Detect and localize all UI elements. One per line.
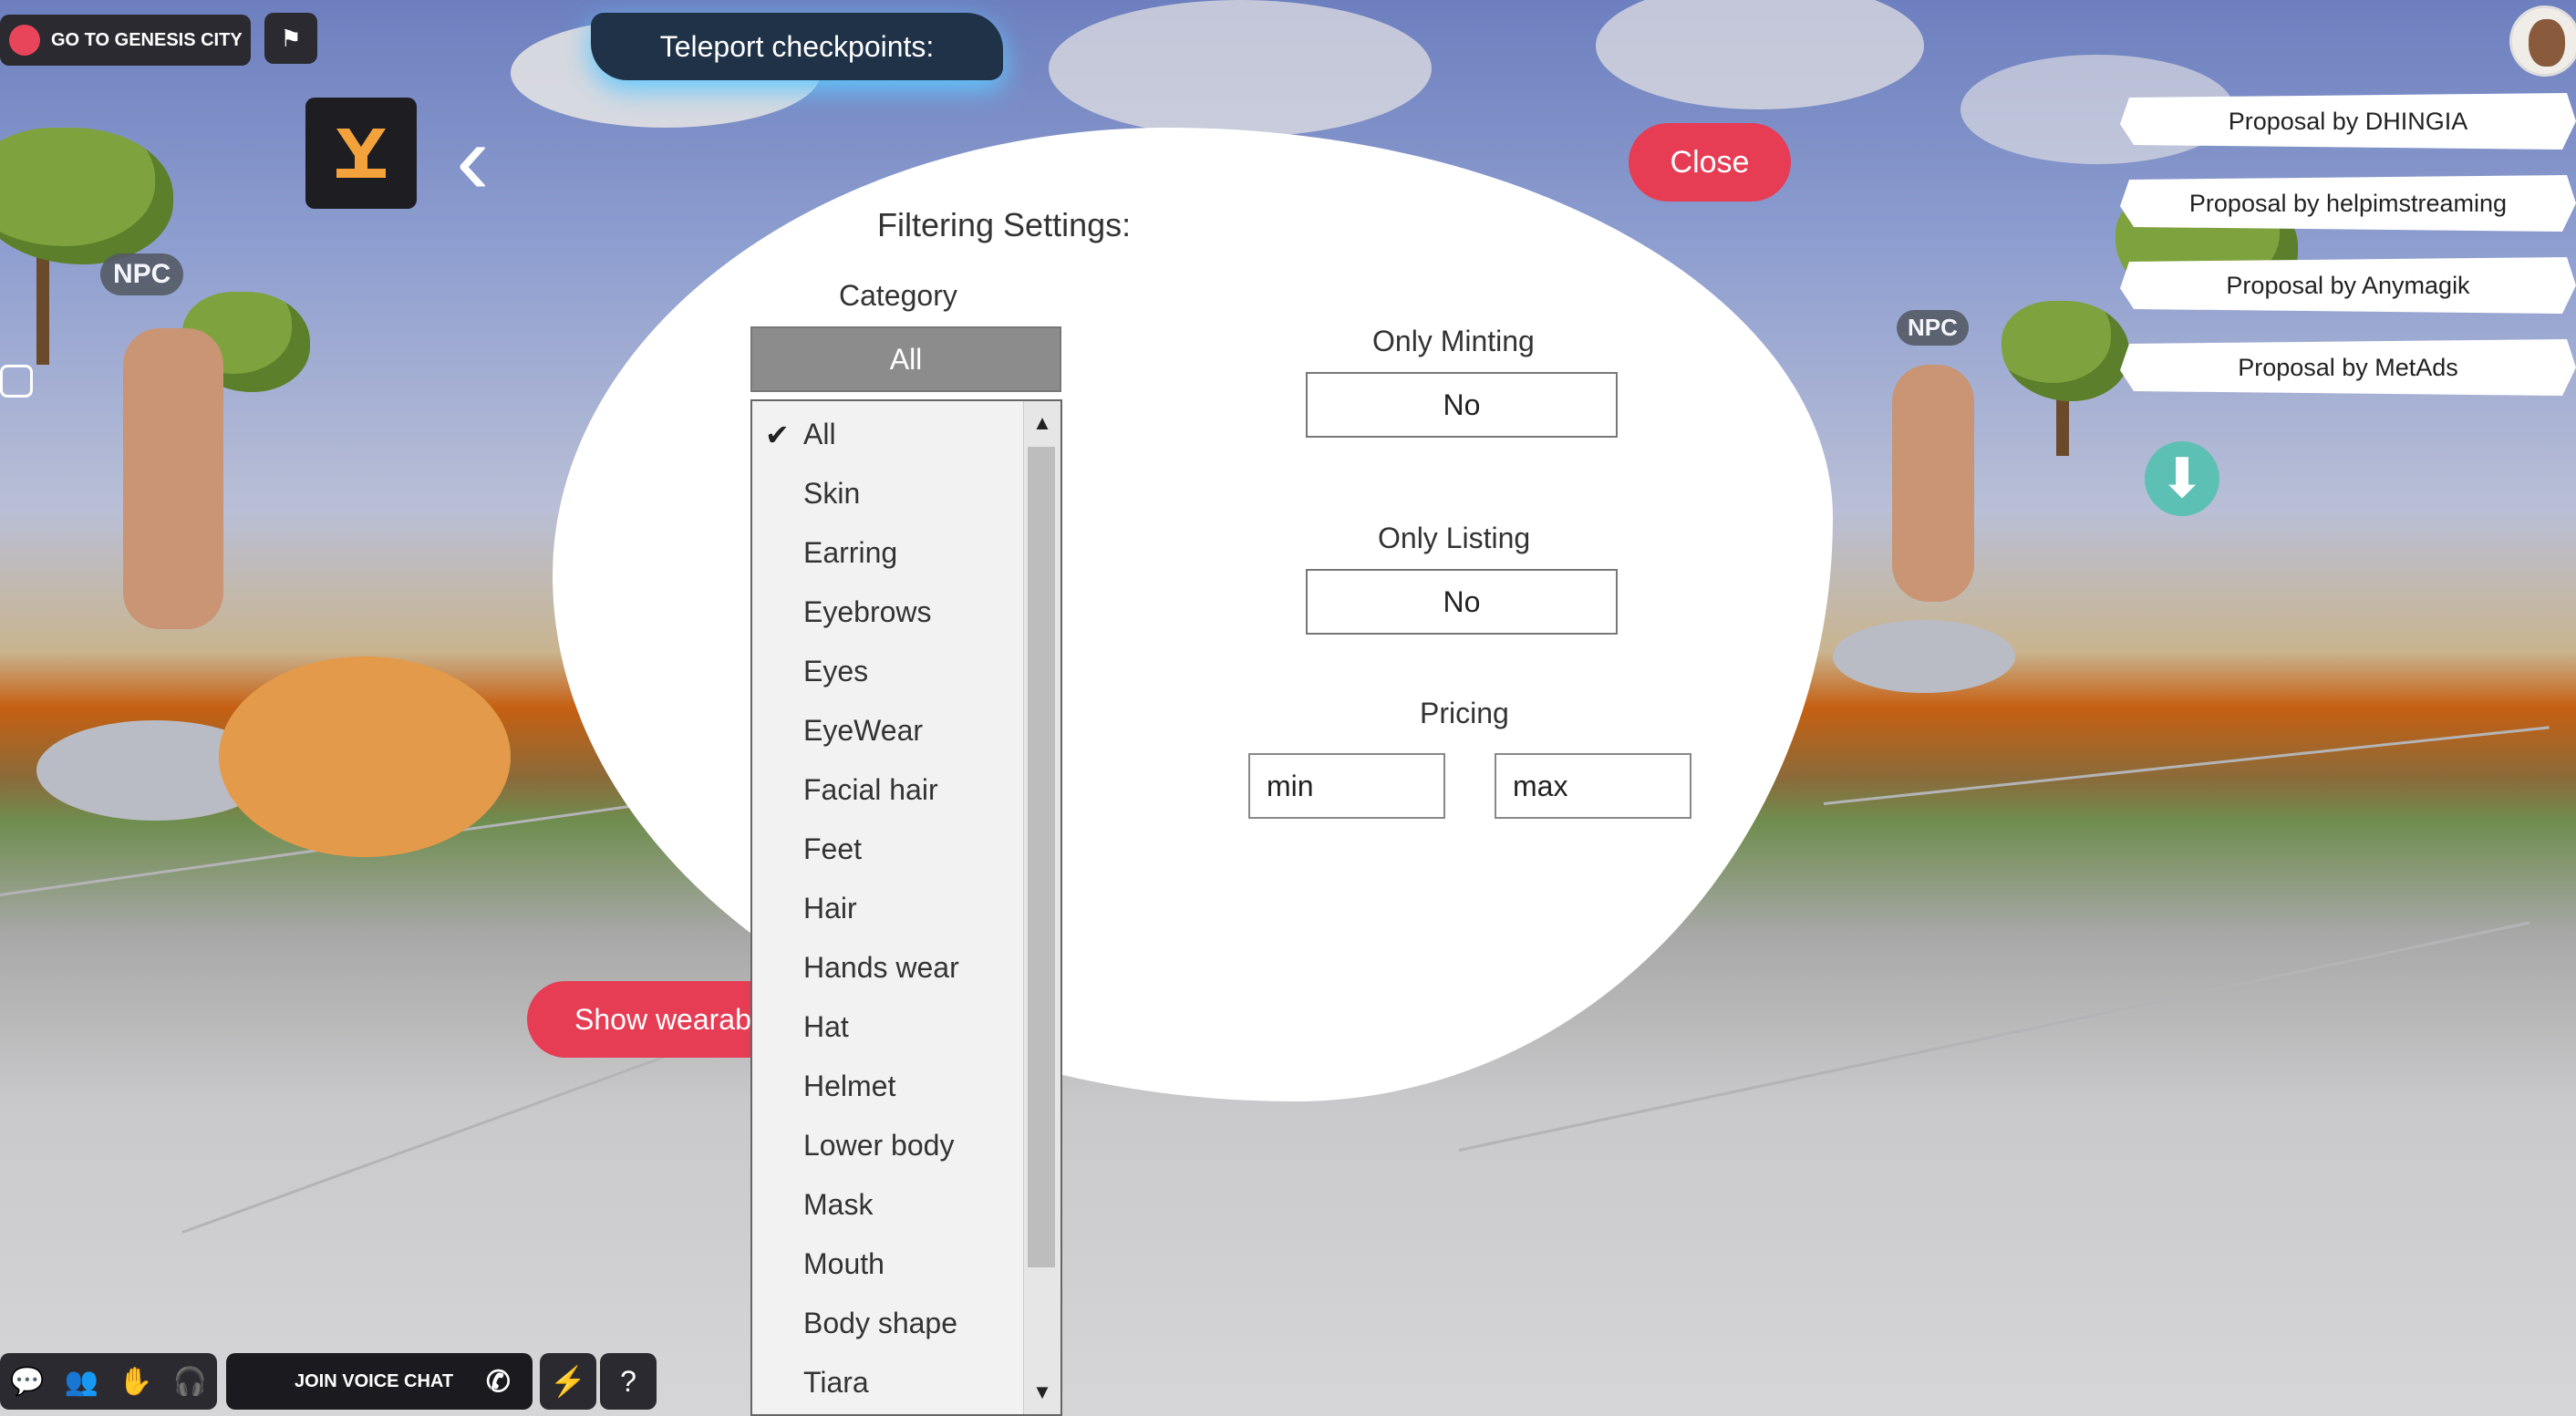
option-earring[interactable]: Earring xyxy=(803,536,897,570)
proposal-1[interactable]: Proposal by DHINGIA xyxy=(2120,93,2576,150)
help-button[interactable]: ? xyxy=(600,1353,657,1410)
proposal-3[interactable]: Proposal by Anymagik xyxy=(2120,257,2576,314)
npc-tag-left: NPC xyxy=(100,253,184,295)
only-minting-select[interactable]: No xyxy=(1306,372,1618,438)
bolt-button[interactable]: ⚡ xyxy=(540,1353,596,1410)
scroll-down-icon[interactable]: ▼ xyxy=(1024,1374,1060,1411)
option-eyebrows[interactable]: Eyebrows xyxy=(803,595,932,629)
option-lower-body[interactable]: Lower body xyxy=(803,1129,954,1163)
app-logo-button[interactable] xyxy=(305,98,417,209)
teleport-label: Teleport checkpoints: xyxy=(659,29,935,63)
check-icon: ✔ xyxy=(765,419,790,451)
proposal-4[interactable]: Proposal by MetAds xyxy=(2120,339,2576,396)
camera-icon[interactable] xyxy=(0,365,33,398)
category-label: Category xyxy=(839,279,957,312)
close-button[interactable]: Close xyxy=(1629,123,1791,202)
option-hat[interactable]: Hat xyxy=(803,1010,849,1044)
voice-chat-label: JOIN VOICE CHAT xyxy=(295,1370,454,1391)
go-to-genesis-city-button[interactable]: GO TO GENESIS CITY xyxy=(0,15,251,66)
report-flag-button[interactable]: ⚑ xyxy=(264,13,317,64)
only-listing-select[interactable]: No xyxy=(1306,569,1618,635)
proposal-2[interactable]: Proposal by helpimstreaming xyxy=(2120,175,2576,232)
only-minting-label: Only Minting xyxy=(1372,325,1535,357)
option-eyes[interactable]: Eyes xyxy=(803,655,868,688)
headphones-icon[interactable]: 🎧 xyxy=(173,1366,207,1398)
download-button[interactable]: ⬇ xyxy=(2145,441,2219,516)
option-all[interactable]: All xyxy=(803,418,836,451)
price-max-input[interactable]: max xyxy=(1495,753,1691,819)
option-feet[interactable]: Feet xyxy=(803,832,862,866)
option-mouth[interactable]: Mouth xyxy=(803,1247,885,1281)
join-voice-chat-button[interactable]: JOIN VOICE CHAT ✆ xyxy=(226,1353,533,1410)
genesis-logo-icon xyxy=(9,25,40,56)
dropdown-scrollbar[interactable]: ▲ ▼ xyxy=(1023,401,1060,1414)
phone-icon: ✆ xyxy=(486,1365,511,1398)
bottom-toolbar: 💬 👥 ✋ 🎧 xyxy=(0,1353,217,1410)
scroll-up-icon[interactable]: ▲ xyxy=(1024,405,1060,441)
friends-icon[interactable]: 👥 xyxy=(65,1366,98,1398)
category-dropdown-list: ✔ All Skin Earring Eyebrows Eyes EyeWear… xyxy=(750,399,1062,1416)
avatar-face-icon xyxy=(2529,19,2565,67)
download-icon: ⬇ xyxy=(2158,448,2206,509)
chat-icon[interactable]: 💬 xyxy=(10,1366,44,1398)
show-wearables-button[interactable]: Show wearables xyxy=(527,981,757,1058)
option-mask[interactable]: Mask xyxy=(803,1188,873,1222)
emote-icon[interactable]: ✋ xyxy=(119,1366,152,1398)
user-avatar[interactable] xyxy=(2509,5,2576,77)
option-facial-hair[interactable]: Facial hair xyxy=(803,773,938,807)
app-logo-icon xyxy=(336,129,386,178)
option-skin[interactable]: Skin xyxy=(803,477,860,511)
only-listing-label: Only Listing xyxy=(1378,522,1531,554)
option-hair[interactable]: Hair xyxy=(803,892,857,925)
option-tiara[interactable]: Tiara xyxy=(803,1366,869,1400)
scroll-thumb[interactable] xyxy=(1028,447,1055,1267)
category-select[interactable]: All xyxy=(750,326,1061,392)
price-min-input[interactable]: min xyxy=(1248,753,1445,819)
genesis-label: GO TO GENESIS CITY xyxy=(51,29,243,50)
pricing-label: Pricing xyxy=(1420,697,1509,729)
filtering-title: Filtering Settings: xyxy=(877,206,1132,243)
bolt-icon: ⚡ xyxy=(550,1365,586,1398)
option-eyewear[interactable]: EyeWear xyxy=(803,714,923,748)
option-hands-wear[interactable]: Hands wear xyxy=(803,951,959,985)
help-icon: ? xyxy=(620,1364,636,1398)
option-helmet[interactable]: Helmet xyxy=(803,1070,895,1103)
npc-tag-right: NPC xyxy=(1897,310,1969,346)
flag-icon: ⚑ xyxy=(280,24,302,52)
teleport-checkpoints-banner[interactable]: Teleport checkpoints: xyxy=(591,13,1003,80)
option-body-shape[interactable]: Body shape xyxy=(803,1307,957,1340)
back-arrow-icon[interactable]: ‹ xyxy=(456,109,511,210)
